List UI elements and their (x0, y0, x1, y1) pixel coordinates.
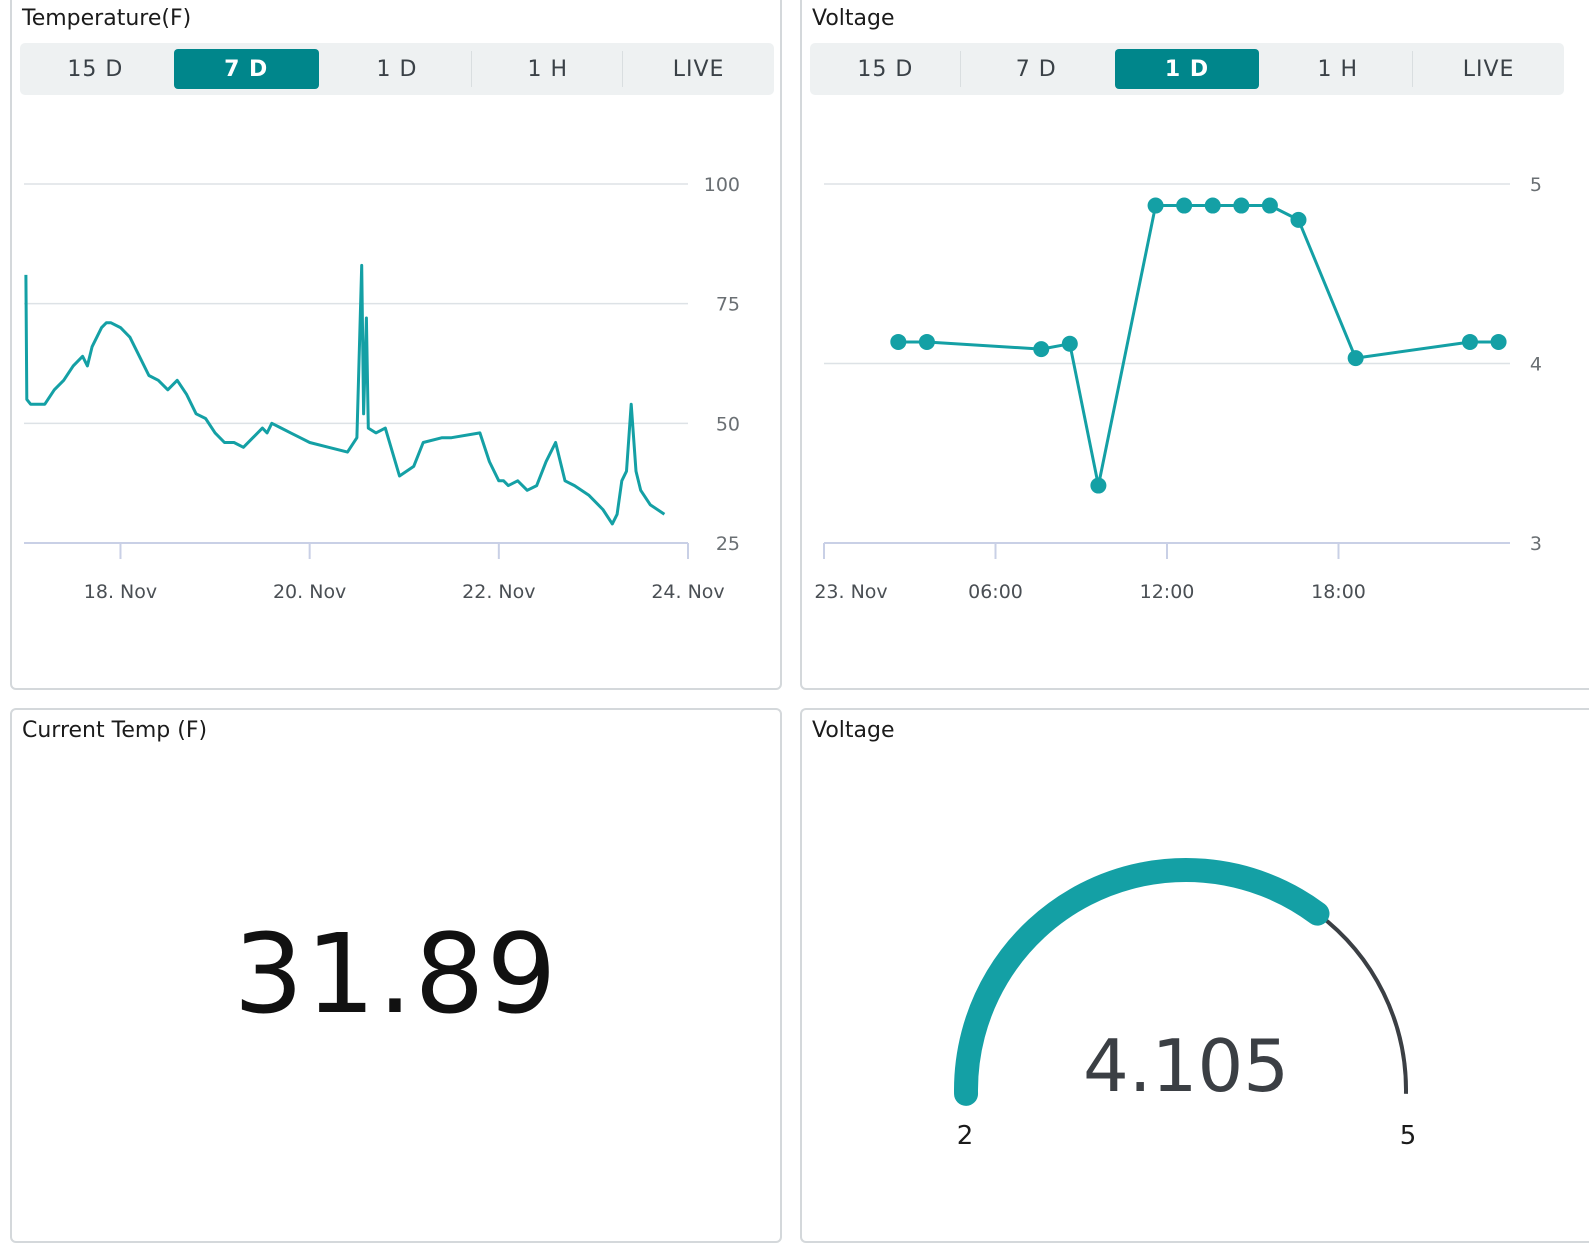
gauge-value: 4.105 (1083, 1024, 1289, 1108)
y-tick-label: 5 (1530, 174, 1542, 196)
y-tick-label: 25 (716, 533, 740, 555)
voltage-gauge-widget: Voltage 4.105 2 5 (800, 708, 1589, 1243)
data-point (1233, 197, 1250, 214)
widget-title: Current Temp (F) (22, 718, 208, 743)
data-point (890, 333, 907, 350)
y-tick-label: 75 (716, 294, 740, 316)
series-line (898, 204, 1499, 488)
x-tick-label: 06:00 (968, 581, 1023, 603)
gauge-min-label: 2 (957, 1121, 974, 1151)
data-point (1261, 197, 1278, 214)
y-tick-label: 50 (716, 413, 740, 435)
data-point (1347, 350, 1364, 367)
data-point (1147, 197, 1164, 214)
y-tick-label: 3 (1530, 533, 1542, 555)
data-point (918, 333, 935, 350)
data-point (1176, 197, 1193, 214)
data-point (1061, 335, 1078, 352)
data-point (1461, 333, 1478, 350)
voltage-line-chart: 3 4 5 23. Nov 06:00 12:00 18:00 (814, 174, 1542, 603)
x-tick-label: 18. Nov (84, 581, 157, 603)
data-point (1090, 477, 1107, 494)
x-tick-label: 22. Nov (462, 581, 535, 603)
y-tick-label: 100 (704, 174, 740, 196)
x-tick-label: 12:00 (1140, 581, 1195, 603)
voltage-chart-widget: Voltage 15 D 7 D 1 D 1 H LIVE 3 4 5 23. Nov… (800, 0, 1589, 690)
data-point (1290, 211, 1307, 228)
y-tick-label: 4 (1530, 354, 1542, 376)
gauge-track (1316, 912, 1408, 1094)
temperature-line-chart: 25 50 75 100 18. Nov 20. Nov 22. Nov 24. Nov (24, 174, 740, 603)
x-tick-label: 18:00 (1311, 581, 1366, 603)
data-point (1204, 197, 1221, 214)
gauge-max-label: 5 (1400, 1121, 1417, 1151)
current-temp-value: 31.89 (233, 910, 559, 1038)
temperature-chart-widget: Temperature(F) 15 D 7 D 1 D 1 H LIVE 25 5… (10, 0, 782, 690)
current-temp-widget: Current Temp (F) 31.89 (10, 708, 782, 1243)
data-point (1033, 341, 1050, 358)
x-tick-label: 24. Nov (651, 581, 724, 603)
data-point (1490, 333, 1507, 350)
x-tick-label: 23. Nov (814, 581, 887, 603)
voltage-gauge: 4.105 2 5 (954, 858, 1417, 1151)
x-tick-label: 20. Nov (273, 581, 346, 603)
